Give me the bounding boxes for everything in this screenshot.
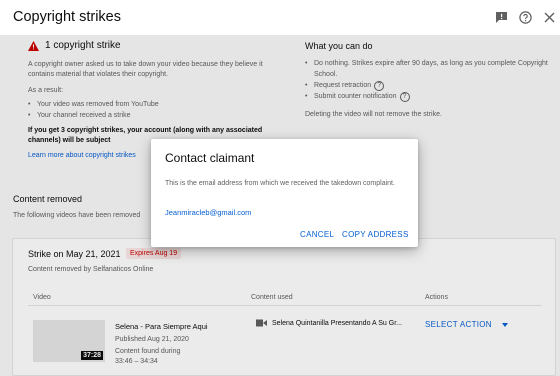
close-icon[interactable] xyxy=(542,10,556,24)
copy-address-button[interactable]: COPY ADDRESS xyxy=(342,230,409,239)
contact-claimant-dialog: Contact claimant This is the email addre… xyxy=(151,139,418,247)
help-icon[interactable] xyxy=(518,10,532,24)
cancel-button[interactable]: CANCEL xyxy=(300,230,334,239)
dialog-title: Contact claimant xyxy=(165,151,255,165)
dialog-header: Copyright strikes xyxy=(0,0,560,36)
claimant-email-link[interactable]: Jeanmiracleb@gmail.com xyxy=(165,208,251,217)
page-title: Copyright strikes xyxy=(13,9,121,25)
dialog-body: This is the email address from which we … xyxy=(165,180,395,187)
feedback-icon[interactable] xyxy=(494,10,508,24)
